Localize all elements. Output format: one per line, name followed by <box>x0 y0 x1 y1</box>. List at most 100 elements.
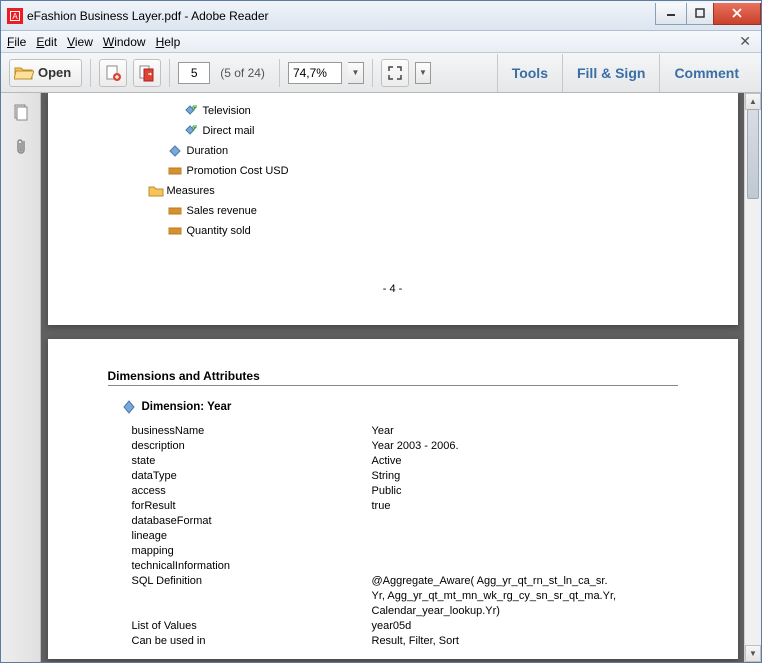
property-key: access <box>132 484 372 499</box>
maximize-button[interactable] <box>686 3 714 25</box>
tree-item-label: Measures <box>167 185 215 197</box>
thumbnails-tab[interactable] <box>11 103 31 123</box>
tree-item-label: Quantity sold <box>187 225 251 237</box>
tree-item-label: Sales revenue <box>187 205 257 217</box>
property-row: Calendar_year_lookup.Yr) <box>132 604 678 619</box>
property-row: mapping <box>132 544 678 559</box>
property-key: lineage <box>132 529 372 544</box>
tree-item-label: Promotion Cost USD <box>187 165 289 177</box>
scroll-thumb[interactable] <box>747 109 759 199</box>
app-window: A eFashion Business Layer.pdf - Adobe Re… <box>0 0 762 663</box>
property-row: stateActive <box>132 454 678 469</box>
property-key: businessName <box>132 424 372 439</box>
section-heading: Dimensions and Attributes <box>108 369 678 383</box>
tree-item: Sales revenue <box>108 201 678 221</box>
property-key: description <box>132 439 372 454</box>
tree-item: Television <box>108 101 678 121</box>
convert-pdf-button[interactable] <box>133 59 161 87</box>
separator <box>279 59 280 87</box>
pages-container: TelevisionDirect mailDurationPromotion C… <box>41 93 744 662</box>
page-count-label: (5 of 24) <box>220 66 265 80</box>
property-value <box>372 544 678 559</box>
property-value: true <box>372 499 678 514</box>
meas-icon <box>168 165 182 177</box>
pdf-page-5: Dimensions and Attributes Dimension: Yea… <box>48 339 738 659</box>
pdf-create-icon <box>104 64 122 82</box>
properties-table: businessNameYeardescriptionYear 2003 - 2… <box>132 424 678 649</box>
minimize-button[interactable] <box>655 3 687 25</box>
property-row: Can be used inResult, Filter, Sort <box>132 634 678 649</box>
titlebar[interactable]: A eFashion Business Layer.pdf - Adobe Re… <box>1 1 761 31</box>
pdf-page-4: TelevisionDirect mailDurationPromotion C… <box>48 93 738 325</box>
property-row: forResulttrue <box>132 499 678 514</box>
property-row: databaseFormat <box>132 514 678 529</box>
paperclip-icon <box>12 137 30 157</box>
meas-icon <box>168 225 182 237</box>
property-key: dataType <box>132 469 372 484</box>
read-mode-button[interactable] <box>381 59 409 87</box>
tree-item: Duration <box>108 141 678 161</box>
menu-edit[interactable]: Edit <box>36 35 57 49</box>
property-row: dataTypeString <box>132 469 678 484</box>
fill-sign-panel-button[interactable]: Fill & Sign <box>562 54 659 92</box>
folder-open-icon <box>14 65 34 81</box>
read-mode-dropdown[interactable]: ▼ <box>415 62 431 84</box>
adobe-reader-icon: A <box>7 8 23 24</box>
dimension-title: Dimension: Year <box>142 401 232 413</box>
menu-window[interactable]: Window <box>103 35 146 49</box>
folder-icon <box>148 185 162 197</box>
property-key: SQL Definition <box>132 574 372 589</box>
meas-icon <box>168 205 182 217</box>
tree-item: Measures <box>108 181 678 201</box>
expand-icon <box>387 65 403 81</box>
property-key <box>132 589 372 604</box>
comment-panel-button[interactable]: Comment <box>659 54 753 92</box>
window-title: eFashion Business Layer.pdf - Adobe Read… <box>27 9 656 23</box>
property-row: technicalInformation <box>132 559 678 574</box>
navigation-pane <box>1 93 41 662</box>
separator <box>169 59 170 87</box>
property-value: Active <box>372 454 678 469</box>
property-value: String <box>372 469 678 484</box>
svg-text:A: A <box>12 12 18 21</box>
close-button[interactable] <box>713 3 761 25</box>
scroll-up-button[interactable]: ▲ <box>745 93 761 110</box>
property-key: technicalInformation <box>132 559 372 574</box>
property-key: state <box>132 454 372 469</box>
create-pdf-button[interactable] <box>99 59 127 87</box>
zoom-dropdown[interactable]: ▼ <box>348 62 364 84</box>
property-row: lineage <box>132 529 678 544</box>
toolbar-right: Tools Fill & Sign Comment <box>497 54 753 92</box>
attr-icon <box>184 125 198 137</box>
open-label: Open <box>38 65 71 80</box>
menu-view[interactable]: View <box>67 35 93 49</box>
property-row: Yr, Agg_yr_qt_mt_mn_wk_rg_cy_sn_sr_qt_ma… <box>132 589 678 604</box>
document-viewport[interactable]: TelevisionDirect mailDurationPromotion C… <box>41 93 761 662</box>
property-value: Year 2003 - 2006. <box>372 439 678 454</box>
open-button[interactable]: Open <box>9 59 82 87</box>
property-row: accessPublic <box>132 484 678 499</box>
attr-icon <box>184 105 198 117</box>
menu-help[interactable]: Help <box>156 35 181 49</box>
vertical-scrollbar[interactable]: ▲ ▼ <box>744 93 761 662</box>
dimension-icon <box>122 400 136 414</box>
page-number-input[interactable] <box>178 62 210 84</box>
section-divider <box>108 385 678 386</box>
doc-close-button[interactable]: ✕ <box>735 33 755 50</box>
menu-file[interactable]: File <box>7 35 26 49</box>
property-key <box>132 604 372 619</box>
property-value <box>372 514 678 529</box>
scroll-down-button[interactable]: ▼ <box>745 645 761 662</box>
attachments-tab[interactable] <box>11 137 31 157</box>
property-value: Calendar_year_lookup.Yr) <box>372 604 678 619</box>
property-value <box>372 559 678 574</box>
window-controls <box>656 3 761 25</box>
property-value: Year <box>372 424 678 439</box>
dimension-header: Dimension: Year <box>122 400 678 414</box>
tree-item: Promotion Cost USD <box>108 161 678 181</box>
tools-panel-button[interactable]: Tools <box>497 54 562 92</box>
zoom-value[interactable]: 74,7% <box>288 62 342 84</box>
tree-item-label: Duration <box>187 145 229 157</box>
property-key: Can be used in <box>132 634 372 649</box>
property-key: forResult <box>132 499 372 514</box>
